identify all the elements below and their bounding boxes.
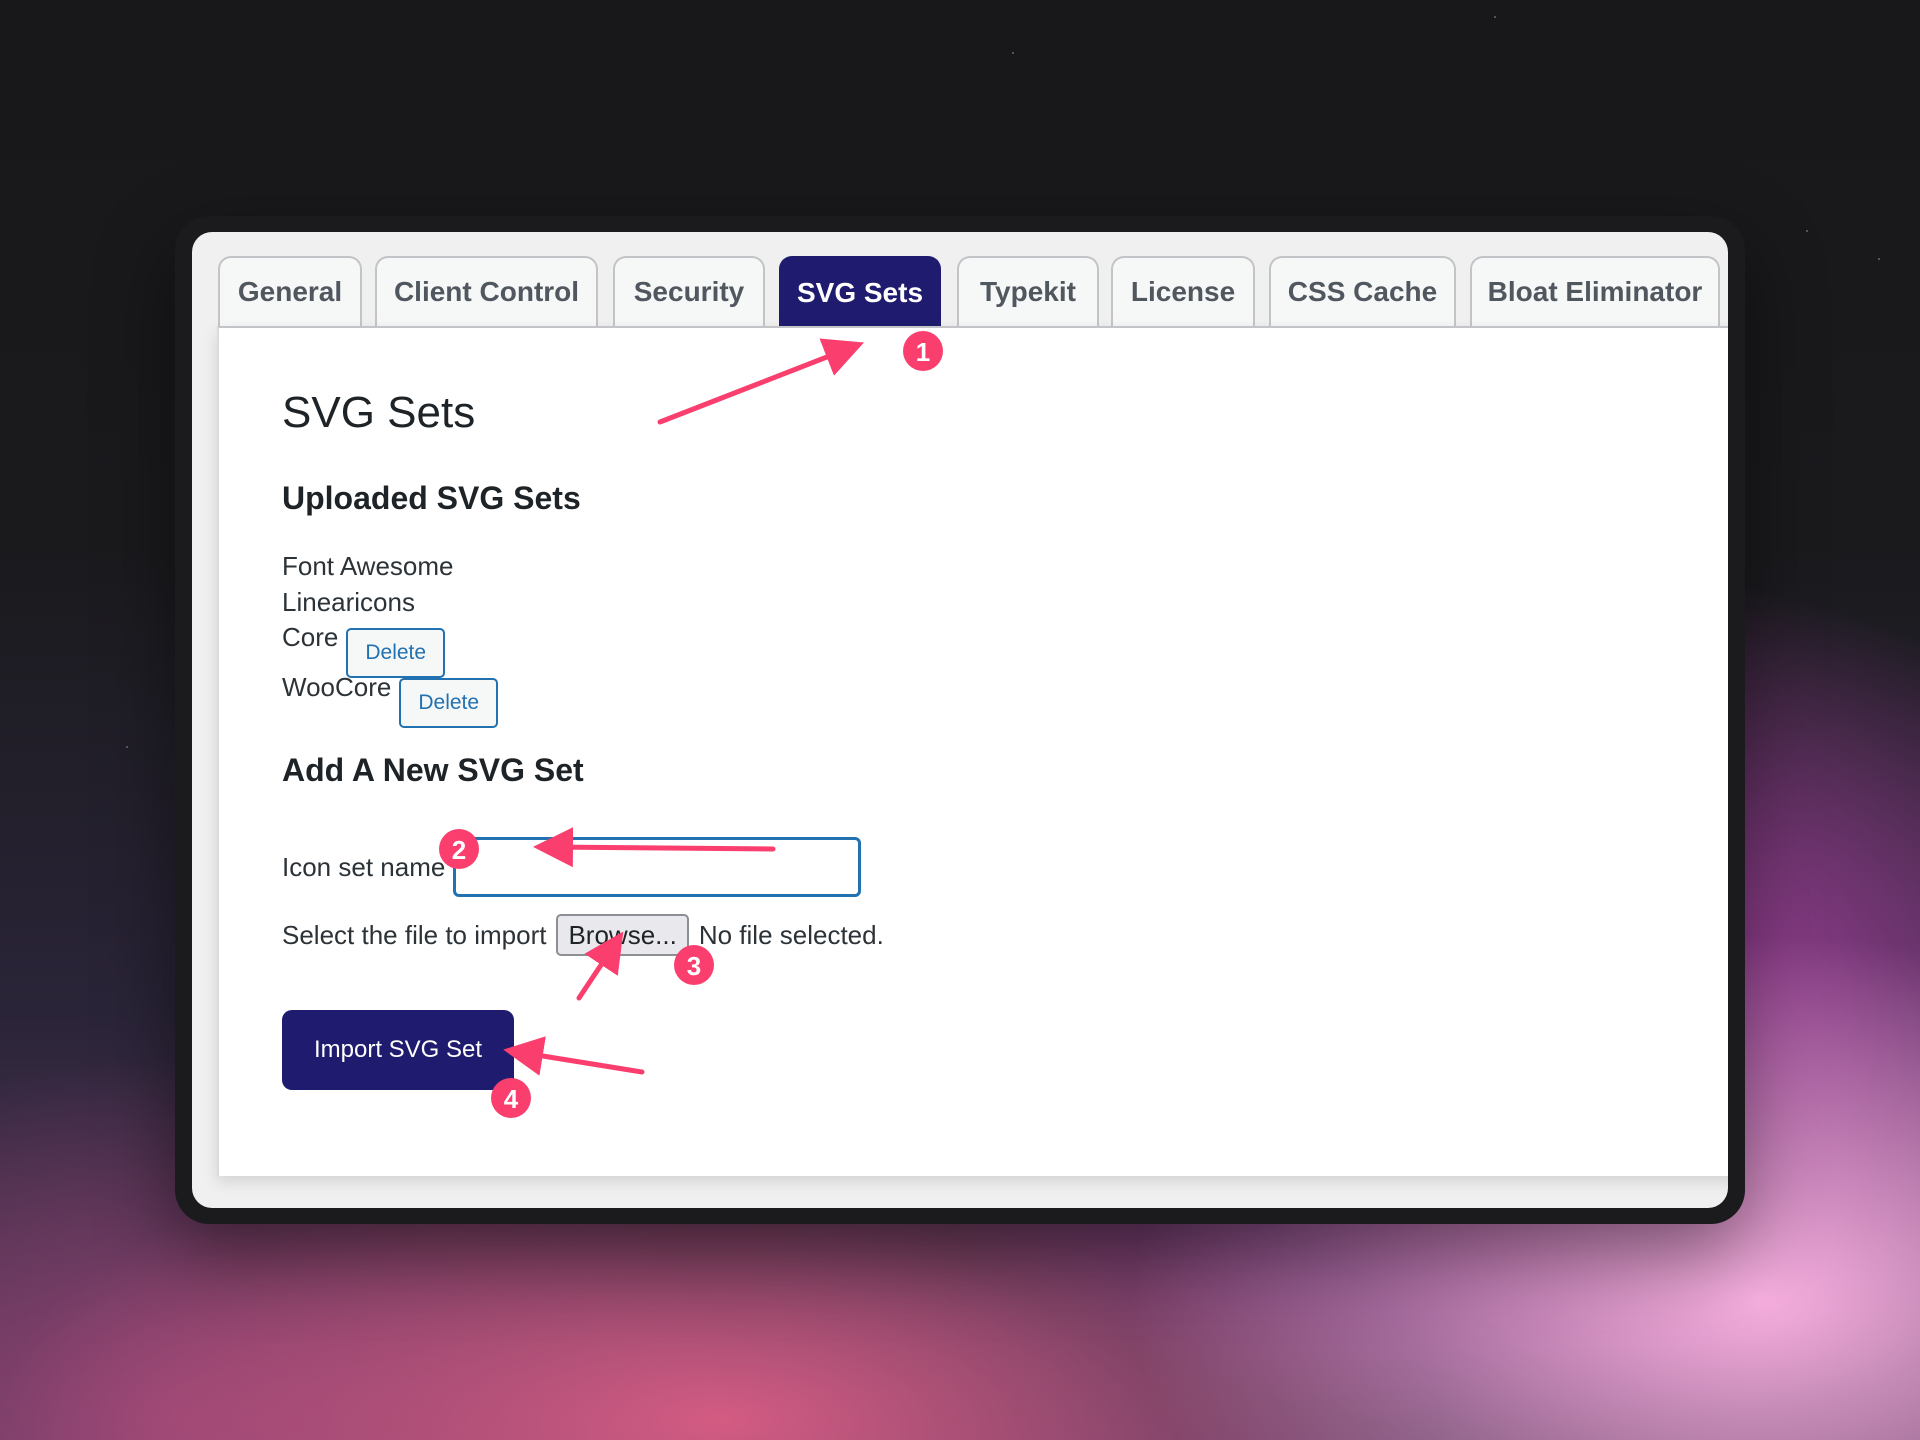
tab-svg-sets[interactable]: SVG Sets bbox=[779, 256, 941, 328]
browse-button[interactable]: Browse... bbox=[556, 914, 689, 956]
tab-bloat-eliminator[interactable]: Bloat Eliminator bbox=[1470, 256, 1720, 326]
uploaded-set-item: Font Awesome bbox=[282, 549, 454, 583]
app-window-frame: General Client Control Security SVG Sets… bbox=[175, 216, 1745, 1224]
tab-typekit[interactable]: Typekit bbox=[957, 256, 1099, 326]
set-name: WooCore bbox=[282, 672, 392, 702]
import-svg-set-button[interactable]: Import SVG Set bbox=[282, 1010, 514, 1090]
uploaded-set-item: Linearicons bbox=[282, 585, 415, 619]
uploaded-sets-heading: Uploaded SVG Sets bbox=[282, 480, 581, 516]
icon-name-row: Icon set name bbox=[282, 837, 862, 897]
icon-name-label: Icon set name bbox=[282, 851, 446, 882]
set-name: Font Awesome bbox=[282, 551, 454, 581]
file-status: No file selected. bbox=[698, 919, 884, 950]
tab-css-cache[interactable]: CSS Cache bbox=[1269, 256, 1456, 326]
tab-general[interactable]: General bbox=[218, 256, 362, 326]
add-set-heading: Add A New SVG Set bbox=[282, 752, 584, 788]
tab-client-control[interactable]: Client Control bbox=[375, 256, 598, 326]
icon-set-name-input[interactable] bbox=[453, 837, 862, 897]
set-name: Core bbox=[282, 622, 339, 652]
uploaded-set-item: WooCore Delete bbox=[282, 670, 499, 728]
file-import-row: Select the file to import Browse... No f… bbox=[282, 914, 884, 956]
file-import-label: Select the file to import bbox=[282, 919, 547, 950]
settings-window: General Client Control Security SVG Sets… bbox=[192, 232, 1728, 1208]
settings-panel: SVG Sets Uploaded SVG Sets Font Awesome … bbox=[217, 326, 1728, 1176]
delete-woocore-button[interactable]: Delete bbox=[399, 678, 499, 728]
tab-security[interactable]: Security bbox=[613, 256, 765, 326]
page-title: SVG Sets bbox=[282, 388, 476, 437]
tab-license[interactable]: License bbox=[1111, 256, 1255, 326]
set-name: Linearicons bbox=[282, 587, 415, 617]
